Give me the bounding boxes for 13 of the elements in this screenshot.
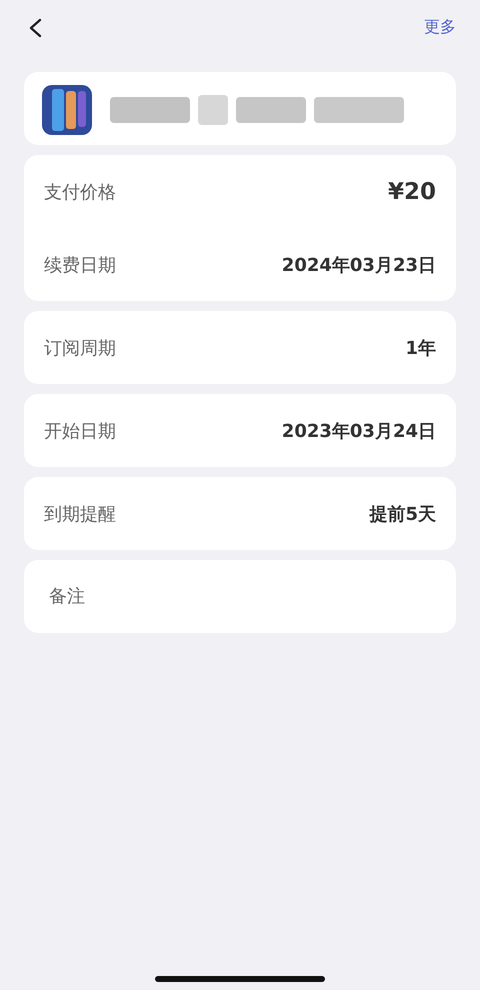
field-label: 续费日期 bbox=[44, 254, 116, 276]
back-icon[interactable] bbox=[28, 18, 42, 38]
field-label: 支付价格 bbox=[44, 180, 116, 204]
field-value[interactable]: 2023年03月24日 bbox=[282, 418, 436, 442]
note-field[interactable]: 备注 bbox=[24, 560, 456, 633]
field-label: 到期提醒 bbox=[44, 502, 116, 526]
field-label: 订阅周期 bbox=[44, 336, 116, 360]
field-value[interactable]: 2024年03月23日 bbox=[282, 252, 436, 276]
field-value[interactable]: ¥20 bbox=[388, 178, 436, 204]
field-value[interactable]: 提前5天 bbox=[369, 502, 436, 526]
field-label: 开始日期 bbox=[44, 420, 116, 442]
more-link[interactable]: 更多 bbox=[424, 16, 456, 38]
field-value[interactable]: 1年 bbox=[405, 336, 436, 360]
